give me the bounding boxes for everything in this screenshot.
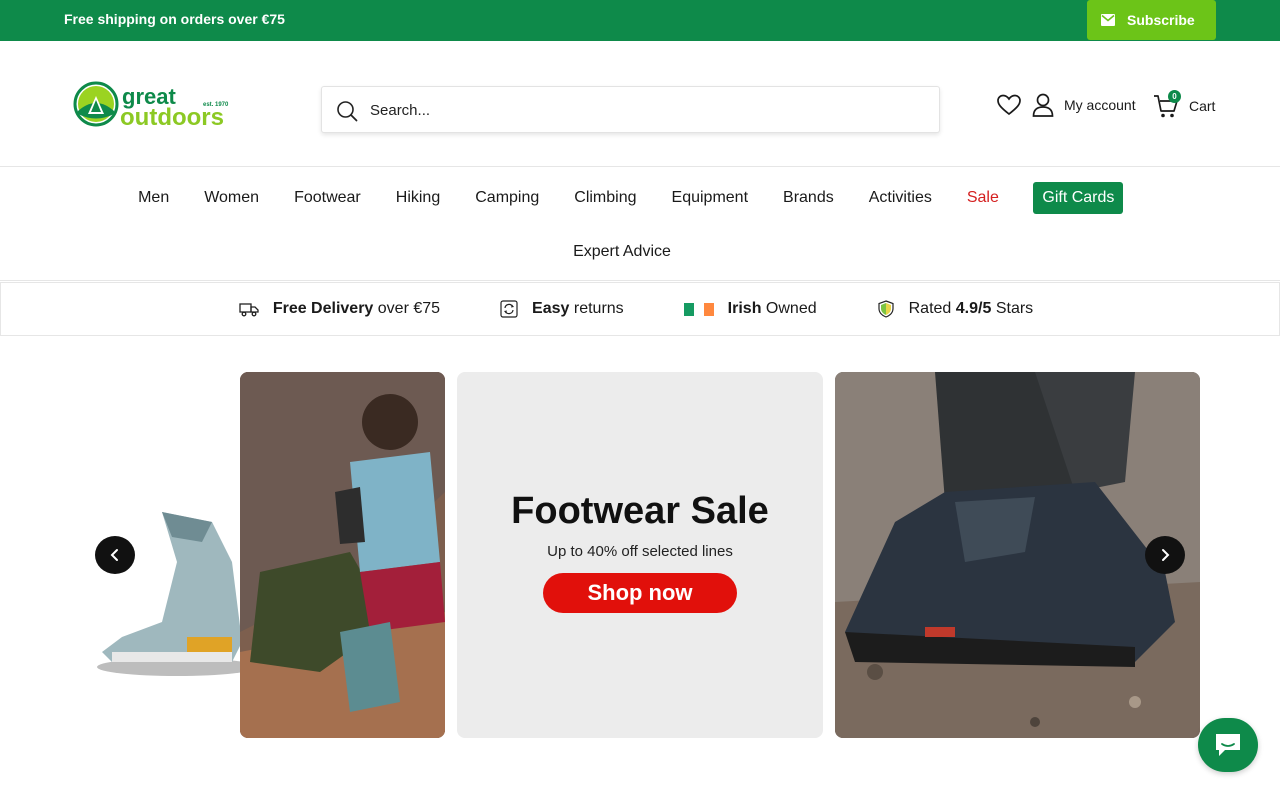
shop-now-button[interactable]: Shop now [543, 572, 737, 613]
nav-row-2: Expert Advice [0, 243, 1244, 261]
announcement-text: Free shipping on orders over €75 [64, 11, 285, 27]
search-box[interactable] [321, 86, 940, 133]
nav-item-activities[interactable]: Activities [851, 189, 949, 207]
logo-est: est. 1970 [203, 102, 229, 108]
logo[interactable]: great outdoors est. 1970 [72, 81, 232, 131]
account-label: My account [1064, 97, 1136, 113]
chat-button[interactable] [1198, 718, 1258, 772]
trust-rated: Rated 4.9/5 Stars [877, 300, 1034, 318]
slide-hiker-image[interactable] [240, 372, 445, 738]
cart-icon-wrap: 0 [1153, 90, 1181, 119]
announcement-bar: Free shipping on orders over €75 Subscri… [0, 0, 1280, 41]
account-link[interactable]: My account [1032, 92, 1136, 118]
nav-item-men[interactable]: Men [121, 189, 187, 207]
rated-pre: Rated [908, 300, 952, 317]
trust-bar: Free Delivery over €75 Easy returns Iris… [0, 282, 1280, 336]
nav-item-footwear[interactable]: Footwear [277, 189, 379, 207]
logo-mark: great outdoors est. 1970 [73, 81, 229, 131]
chevron-left-icon [110, 549, 118, 561]
site-header: great outdoors est. 1970 My account 0 Ca… [0, 41, 1280, 167]
cart-label: Cart [1189, 98, 1216, 114]
user-icon [1032, 93, 1054, 117]
trust-delivery: Free Delivery over €75 [239, 300, 440, 318]
truck-icon [239, 303, 259, 317]
delivery-rest: over €75 [377, 300, 441, 317]
promo-slide: Footwear Sale Up to 40% off selected lin… [457, 372, 823, 738]
carousel-prev-button[interactable] [95, 536, 135, 574]
trust-irish: Irish Owned [683, 300, 817, 318]
hero-carousel: Footwear Sale Up to 40% off selected lin… [0, 372, 1280, 738]
nav-item-gift-cards[interactable]: Gift Cards [1033, 182, 1124, 214]
subscribe-label: Subscribe [1127, 12, 1195, 28]
nav-item-hiking[interactable]: Hiking [378, 189, 457, 207]
nav-row: Men Women Footwear Hiking Camping Climbi… [0, 181, 1244, 215]
nav-item-climbing[interactable]: Climbing [557, 189, 654, 207]
nav-item-brands[interactable]: Brands [766, 189, 852, 207]
mail-icon [1101, 14, 1115, 26]
delivery-bold: Free Delivery [272, 300, 374, 317]
rated-bold: 4.9/5 [955, 300, 992, 317]
cart-link[interactable]: 0 Cart [1153, 90, 1216, 120]
trust-returns: Easy returns [500, 300, 624, 318]
heart-icon[interactable] [996, 93, 1022, 117]
ireland-flag-icon [683, 302, 714, 316]
main-nav: Men Women Footwear Hiking Camping Climbi… [0, 167, 1280, 281]
subscribe-button[interactable]: Subscribe [1087, 0, 1216, 40]
promo-title: Footwear Sale [511, 489, 769, 532]
cart-count-badge: 0 [1168, 90, 1181, 103]
nav-item-camping[interactable]: Camping [458, 189, 557, 207]
returns-bold: Easy [532, 300, 570, 317]
returns-rest: returns [573, 300, 624, 317]
search-input[interactable] [370, 98, 910, 122]
rated-rest: Stars [995, 300, 1034, 317]
nav-item-women[interactable]: Women [187, 189, 277, 207]
hiker-photo [240, 372, 445, 738]
promo-subtitle: Up to 40% off selected lines [547, 542, 733, 560]
search-icon [337, 101, 358, 122]
chevron-right-icon [1162, 549, 1170, 561]
irish-rest: Owned [765, 300, 817, 317]
nav-item-sale[interactable]: Sale [949, 189, 1016, 207]
irish-bold: Irish [727, 300, 762, 317]
shield-icon [878, 300, 894, 318]
carousel-next-button[interactable] [1145, 536, 1185, 574]
hiking-boot-image [97, 512, 252, 676]
returns-icon [500, 300, 518, 318]
nav-item-equipment[interactable]: Equipment [654, 189, 766, 207]
chat-icon [1216, 734, 1240, 756]
nav-item-expert-advice[interactable]: Expert Advice [556, 243, 689, 260]
